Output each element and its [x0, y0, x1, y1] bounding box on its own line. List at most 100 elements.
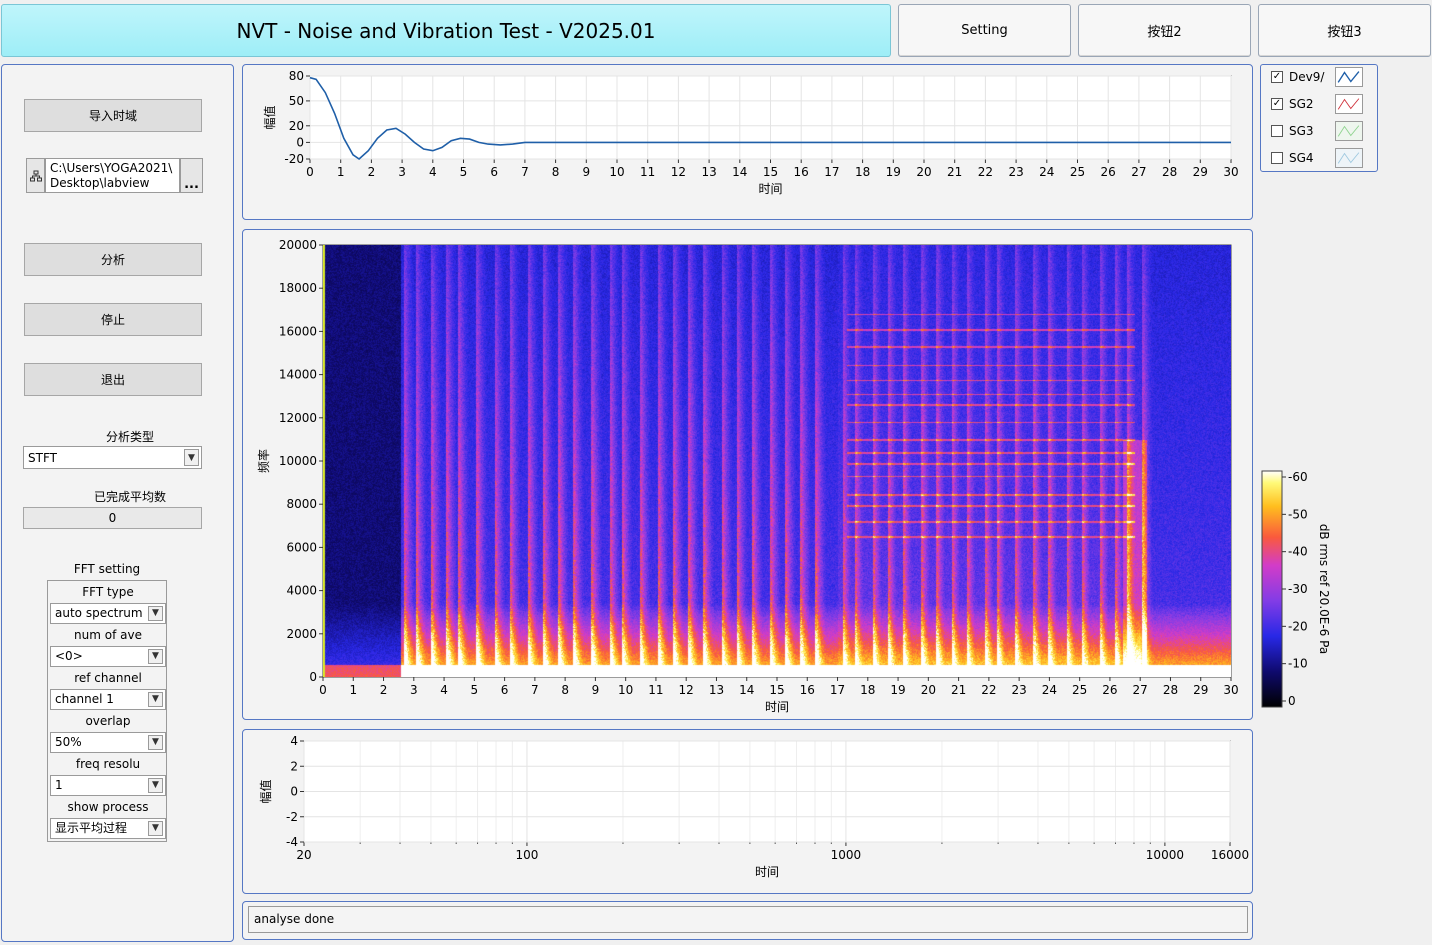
x-tick-label: 29 [1193, 683, 1208, 697]
analyze-button[interactable]: 分析 [24, 243, 202, 276]
colorbar: -60 -50 -40 -30 -20 -10 0 dB rms ref 20.0E-6 Pa [1261, 470, 1331, 708]
chevron-down-icon[interactable]: ▼ [184, 449, 199, 466]
x-tick-label: 22 [981, 683, 996, 697]
colorbar-tick-label: -60 [1288, 470, 1308, 484]
x-tick-label: 21 [947, 165, 962, 179]
line-swatch-icon [1335, 94, 1363, 114]
analysis-type-select[interactable]: STFT ▼ [23, 446, 202, 469]
chevron-down-icon[interactable]: ▼ [148, 692, 163, 707]
legend-item-dev9[interactable]: ✓ Dev9/ [1271, 66, 1371, 88]
x-tick-label: 23 [1008, 165, 1023, 179]
legend-item-sg2[interactable]: ✓ SG2 [1271, 93, 1371, 115]
x-tick-label: 12 [671, 165, 686, 179]
legend-item-sg3[interactable]: SG3 [1271, 120, 1371, 142]
num-of-ave-select[interactable]: <0> ▼ [50, 646, 166, 667]
fft-type-label: FFT type [82, 585, 134, 599]
fft-setting-title: FFT setting [73, 562, 141, 576]
setting-button[interactable]: Setting [898, 4, 1071, 57]
completed-avg-label: 已完成平均数 [93, 490, 166, 504]
colorbar-gradient [1261, 470, 1283, 708]
app-title: NVT - Noise and Vibration Test - V2025.0… [236, 18, 656, 43]
y-axis-label: 频率 [256, 449, 271, 473]
x-tick-label: 6 [490, 165, 498, 179]
colorbar-tick-label: -20 [1288, 619, 1308, 633]
y-tick-label: 6000 [286, 540, 317, 554]
line-swatch-icon [1335, 121, 1363, 141]
y-tick-label: 12000 [279, 411, 317, 425]
chevron-down-icon[interactable]: ▼ [148, 778, 163, 793]
x-tick-label: 13 [701, 165, 716, 179]
x-tick-label: 9 [582, 165, 590, 179]
y-tick-label: 4000 [286, 584, 317, 598]
y-tick-label: 20 [289, 119, 304, 133]
stop-button[interactable]: 停止 [24, 303, 202, 336]
freq-resolu-label: freq resolu [75, 757, 141, 771]
y-tick-label: 20000 [279, 238, 317, 252]
checkbox-checked-icon[interactable]: ✓ [1271, 71, 1283, 83]
x-tick-label: 28 [1162, 165, 1177, 179]
colorbar-tick-label: 0 [1288, 694, 1296, 708]
checkbox-unchecked-icon[interactable] [1271, 125, 1283, 137]
colorbar-tick-label: -50 [1288, 507, 1308, 521]
y-tick-label: 2 [290, 759, 298, 773]
chevron-down-icon[interactable]: ▼ [148, 606, 163, 621]
legend-item-sg4[interactable]: SG4 [1271, 147, 1371, 169]
chevron-down-icon[interactable]: ▼ [148, 649, 163, 664]
time-waveform-chart: 0 1 2 3 4 5 6 7 8 9 10 11 12 13 14 15 16 17 18 19 20 21 22 23 24… [262, 69, 1239, 196]
x-tick-label: 22 [978, 165, 993, 179]
chevron-down-icon[interactable]: ▼ [148, 735, 163, 750]
button-2[interactable]: 按钮2 [1078, 4, 1251, 57]
x-tick-label: 20 [921, 683, 936, 697]
x-tick-label: 11 [640, 165, 655, 179]
fft-type-select[interactable]: auto spectrum ▼ [50, 603, 166, 624]
x-tick-label: 7 [531, 683, 539, 697]
x-tick-label: 11 [648, 683, 663, 697]
button-3[interactable]: 按钮3 [1258, 4, 1431, 57]
y-tick-label: 18000 [279, 281, 317, 295]
x-tick-label: 17 [830, 683, 845, 697]
file-path-input[interactable]: C:\Users\YOGA2021\ Desktop\labview [45, 158, 180, 193]
x-tick-label: 100 [515, 848, 538, 862]
y-tick-label: 80 [289, 69, 304, 83]
y-axis-label: 幅值 [262, 105, 277, 129]
line-swatch-icon [1335, 148, 1363, 168]
x-tick-label: 8 [552, 165, 560, 179]
chevron-down-icon[interactable]: ▼ [148, 821, 163, 836]
x-tick-label: 24 [1039, 165, 1054, 179]
x-tick-label: 1 [349, 683, 357, 697]
browse-button[interactable]: ... [180, 158, 203, 193]
x-axis-label: 时间 [755, 865, 779, 879]
checkbox-checked-icon[interactable]: ✓ [1271, 98, 1283, 110]
x-tick-label: 16 [794, 165, 809, 179]
x-tick-label: 23 [1011, 683, 1026, 697]
x-tick-label: 9 [592, 683, 600, 697]
checkbox-unchecked-icon[interactable] [1271, 152, 1283, 164]
ref-channel-label: ref channel [74, 671, 142, 685]
num-of-ave-label: num of ave [74, 628, 142, 642]
y-tick-label: -2 [286, 810, 298, 824]
x-tick-label: 12 [679, 683, 694, 697]
y-tick-label: 14000 [279, 368, 317, 382]
show-process-label: show process [67, 800, 149, 814]
x-tick-label: 20 [916, 165, 931, 179]
ref-channel-select[interactable]: channel 1 ▼ [50, 689, 166, 710]
status-text: analyse done [248, 906, 1248, 933]
x-tick-label: 24 [1042, 683, 1057, 697]
path-type-icon[interactable] [26, 158, 45, 193]
show-process-select[interactable]: 显示平均过程 ▼ [50, 818, 166, 839]
overlap-select[interactable]: 50% ▼ [50, 732, 166, 753]
fft-setting-cluster: FFT type auto spectrum ▼ num of ave <0> ▼ … [47, 580, 167, 842]
x-tick-label: 30 [1223, 683, 1238, 697]
y-tick-label: 8000 [286, 497, 317, 511]
x-tick-label: 2 [380, 683, 388, 697]
freq-resolu-select[interactable]: 1 ▼ [50, 775, 166, 796]
line-swatch-icon [1335, 67, 1363, 87]
x-tick-label: 1 [337, 165, 345, 179]
x-tick-label: 15 [763, 165, 778, 179]
x-tick-label: 4 [440, 683, 448, 697]
exit-button[interactable]: 退出 [24, 363, 202, 396]
y-tick-label: 10000 [279, 454, 317, 468]
import-time-domain-button[interactable]: 导入时域 [24, 99, 202, 132]
y-tick-label: -4 [286, 835, 298, 849]
app-title-bar: NVT - Noise and Vibration Test - V2025.0… [1, 4, 891, 57]
